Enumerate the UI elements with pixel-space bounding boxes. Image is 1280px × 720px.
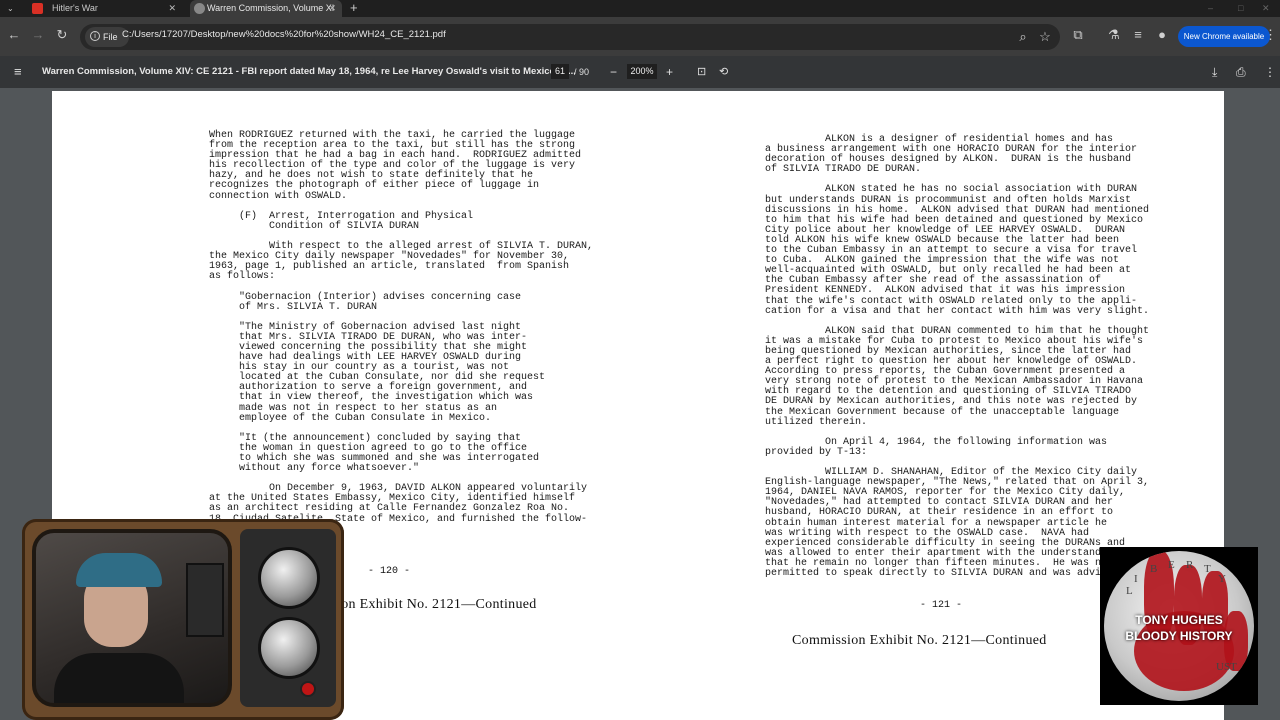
coin-logo-line2: BLOODY HISTORY bbox=[1125, 629, 1233, 643]
forward-arrow-icon[interactable]: → bbox=[30, 27, 46, 43]
chrome-menu-icon[interactable]: ⋮ bbox=[1264, 27, 1277, 43]
channel-logo: L I B E R T Y UST TONY HUGHES BLOODY HIS… bbox=[1100, 547, 1258, 705]
fit-page-icon[interactable]: ⊡ bbox=[697, 63, 706, 81]
minimize-icon[interactable]: – bbox=[1208, 0, 1213, 17]
media-queue-icon[interactable]: ≡ bbox=[1130, 27, 1146, 43]
presenter-cap bbox=[76, 553, 162, 587]
liberty-coin-logo: L I B E R T Y UST TONY HUGHES BLOODY HIS… bbox=[1104, 551, 1254, 701]
left-page-number: - 120 - bbox=[368, 566, 411, 577]
tv-control-panel bbox=[240, 529, 336, 707]
tab-strip: ⌄ Hitler's War ✕ Warren Commission, Volu… bbox=[0, 0, 1280, 17]
labs-flask-icon[interactable]: ⚗ bbox=[1106, 27, 1122, 43]
maximize-icon[interactable]: □ bbox=[1238, 0, 1243, 17]
download-icon[interactable]: ⤓ bbox=[1212, 63, 1217, 81]
tv-knob-icon bbox=[258, 547, 320, 609]
power-light-icon bbox=[300, 681, 316, 697]
right-exhibit-caption: Commission Exhibit No. 2121—Continued bbox=[792, 633, 1047, 648]
youtube-favicon-icon bbox=[32, 3, 43, 14]
presenter-body bbox=[54, 653, 184, 703]
back-arrow-icon[interactable]: ← bbox=[6, 27, 22, 43]
webcam-tv-frame bbox=[22, 519, 344, 720]
zoom-out-icon[interactable]: − bbox=[610, 63, 617, 81]
hamburger-menu-icon[interactable]: ≡ bbox=[14, 63, 22, 81]
tab-title: Warren Commission, Volume XI bbox=[207, 3, 335, 13]
new-chrome-available-button[interactable]: New Chrome available bbox=[1178, 26, 1270, 47]
total-pages: / 90 bbox=[574, 67, 590, 77]
address-bar[interactable]: i File C:/Users/17207/Desktop/new%20docs… bbox=[80, 24, 1060, 50]
tab-hitlers-war[interactable]: Hitler's War ✕ bbox=[22, 0, 182, 17]
left-column-text: When RODRIGUEZ returned with the taxi, h… bbox=[209, 130, 594, 525]
right-column-text: ALKON is a designer of residential homes… bbox=[765, 134, 1150, 580]
reload-icon[interactable]: ↻ bbox=[54, 27, 70, 43]
coin-logo-line1: TONY HUGHES bbox=[1135, 613, 1223, 627]
profile-icon[interactable]: ● bbox=[1154, 27, 1170, 43]
page-number-input[interactable]: 61 bbox=[551, 64, 569, 79]
scrollbar[interactable] bbox=[1272, 92, 1280, 720]
url-text[interactable]: C:/Users/17207/Desktop/new%20docs%20for%… bbox=[122, 29, 446, 40]
wall-picture-frame bbox=[186, 563, 224, 637]
info-icon: i bbox=[90, 31, 100, 41]
extensions-icon[interactable]: ⧉ bbox=[1070, 27, 1086, 43]
bookmark-star-icon[interactable]: ☆ bbox=[1037, 29, 1053, 45]
zoom-in-icon[interactable]: + bbox=[666, 63, 673, 81]
tv-knob-icon bbox=[258, 617, 320, 679]
close-window-icon[interactable]: ✕ bbox=[1262, 0, 1270, 17]
print-icon[interactable]: ⎙ bbox=[1236, 63, 1246, 81]
rotate-icon[interactable]: ⟲ bbox=[719, 63, 728, 81]
right-page-number: - 121 - bbox=[920, 600, 963, 611]
webcam-video bbox=[32, 529, 232, 707]
close-tab-icon[interactable]: ✕ bbox=[168, 0, 176, 17]
zoom-magnifier-icon[interactable]: ⌕ bbox=[1015, 29, 1031, 45]
globe-favicon-icon bbox=[194, 3, 205, 14]
new-tab-icon[interactable]: + bbox=[350, 0, 358, 16]
browser-toolbar: ← → ↻ i File C:/Users/17207/Desktop/new%… bbox=[0, 17, 1280, 56]
pdf-document-title: Warren Commission, Volume XIV: CE 2121 -… bbox=[42, 66, 576, 77]
more-actions-icon[interactable]: ⋮ bbox=[1264, 63, 1276, 81]
tab-warren-commission[interactable]: Warren Commission, Volume XI ✕ bbox=[190, 0, 342, 17]
close-tab-icon[interactable]: ✕ bbox=[328, 0, 336, 17]
tab-search-icon[interactable]: ⌄ bbox=[7, 0, 14, 17]
tab-title: Hitler's War bbox=[52, 3, 98, 13]
zoom-level-input[interactable]: 200% bbox=[627, 64, 657, 79]
pdf-viewer-toolbar: ≡ Warren Commission, Volume XIV: CE 2121… bbox=[0, 56, 1280, 88]
